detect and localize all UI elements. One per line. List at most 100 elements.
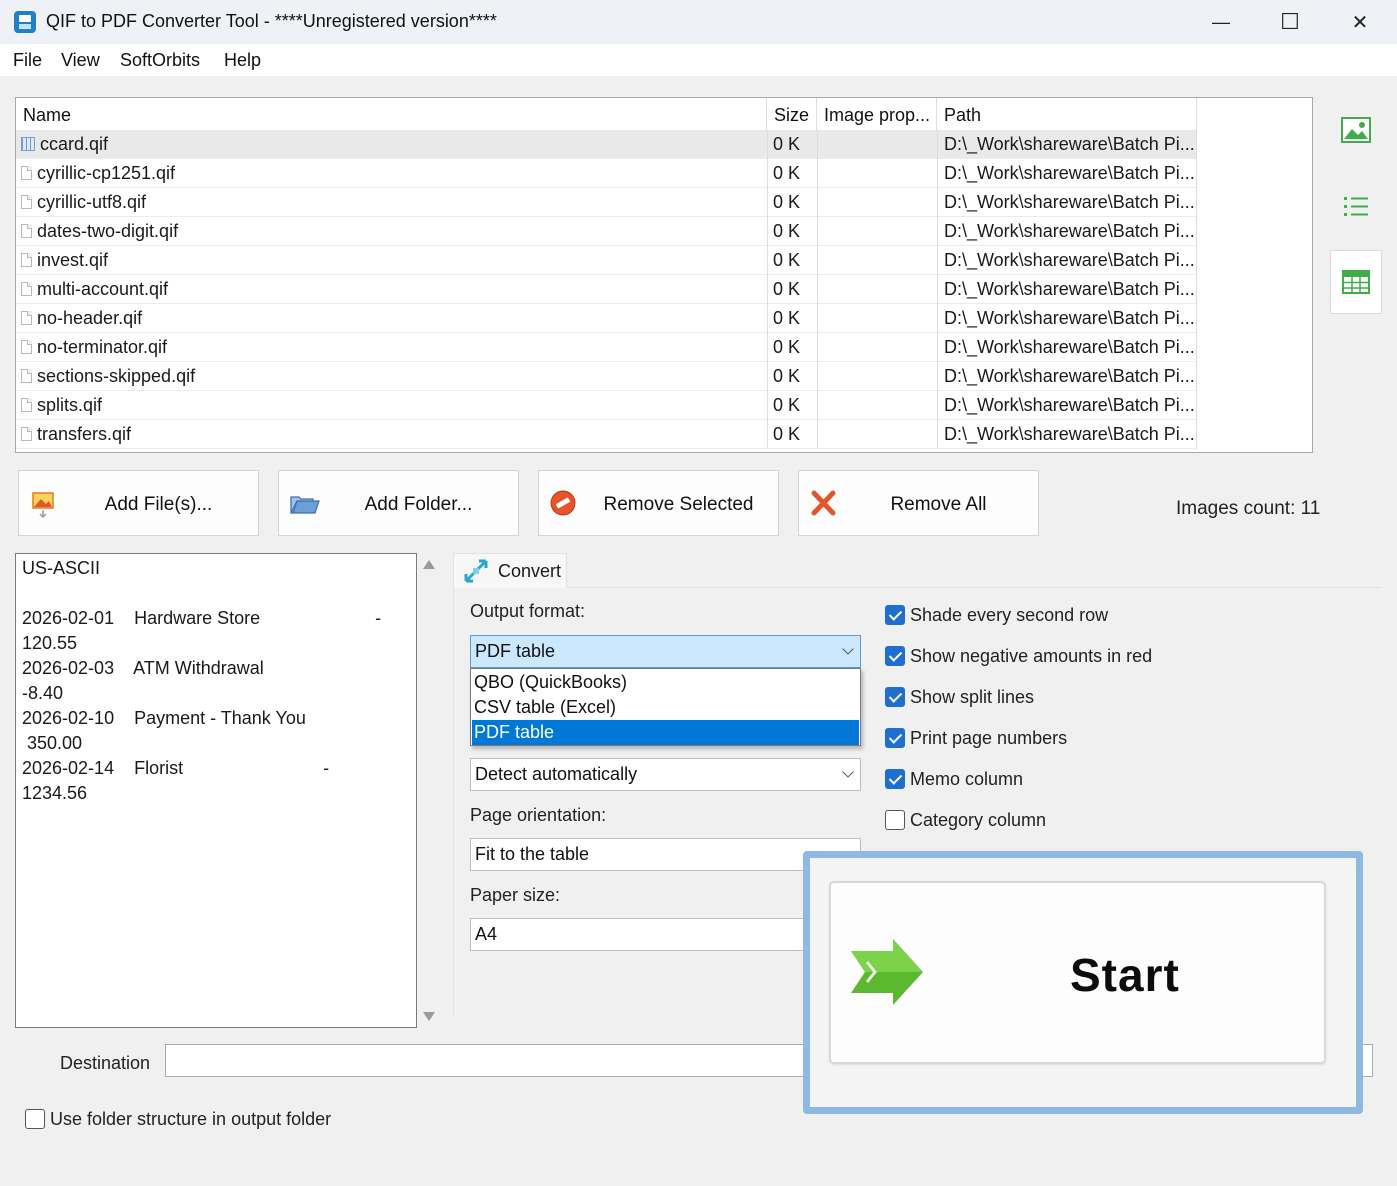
preview-line: 350.00 bbox=[22, 733, 83, 753]
preview-line: 120.55 bbox=[22, 633, 78, 653]
file-name-cell: invest.qif bbox=[21, 246, 767, 275]
file-path-cell: D:\_Work\shareware\Batch Pi... bbox=[937, 130, 1197, 159]
scroll-down-arrow[interactable] bbox=[423, 1012, 435, 1021]
file-size-cell: 0 K bbox=[767, 217, 817, 246]
option-csv[interactable]: CSV table (Excel) bbox=[472, 695, 859, 720]
close-button[interactable]: ✕ bbox=[1325, 0, 1395, 44]
negative-red-checkbox[interactable] bbox=[885, 646, 905, 666]
start-arrow-icon bbox=[851, 939, 923, 1005]
column-header-name[interactable]: Name bbox=[16, 98, 767, 130]
file-name: sections-skipped.qif bbox=[37, 366, 196, 386]
output-format-dropdown[interactable]: QBO (QuickBooks) CSV table (Excel) PDF t… bbox=[470, 668, 861, 746]
encoding-value: Detect automatically bbox=[475, 764, 638, 784]
image-view-icon bbox=[1341, 117, 1371, 143]
image-prop-cell bbox=[817, 246, 937, 275]
remove-selected-button[interactable]: Remove Selected bbox=[538, 470, 779, 536]
memo-column-checkbox[interactable] bbox=[885, 769, 905, 789]
file-size-cell: 0 K bbox=[767, 246, 817, 275]
remove-all-button[interactable]: Remove All bbox=[798, 470, 1039, 536]
preview-line: 2026-02-01 Hardware Store - bbox=[22, 608, 382, 628]
option-pdf[interactable]: PDF table bbox=[472, 720, 859, 745]
file-name: invest.qif bbox=[37, 250, 109, 270]
page-numbers-checkbox[interactable] bbox=[885, 728, 905, 748]
table-view-button[interactable] bbox=[1330, 250, 1382, 314]
table-row[interactable]: sections-skipped.qif 0 K D:\_Work\sharewar… bbox=[16, 362, 1197, 391]
tab-convert[interactable]: Convert bbox=[453, 553, 567, 588]
file-size-cell: 0 K bbox=[767, 188, 817, 217]
file-name: cyrillic-utf8.qif bbox=[37, 192, 147, 212]
page-numbers-label[interactable]: Print page numbers bbox=[910, 728, 1067, 749]
folder-structure-checkbox[interactable] bbox=[25, 1109, 45, 1129]
file-size-cell: 0 K bbox=[767, 333, 817, 362]
image-prop-cell bbox=[817, 304, 937, 333]
table-row[interactable]: ccard.qif 0 K D:\_Work\shareware\Batch Pi.… bbox=[16, 130, 1197, 159]
scroll-up-arrow[interactable] bbox=[423, 560, 435, 569]
file-name: no-terminator.qif bbox=[37, 337, 168, 357]
table-row[interactable]: no-terminator.qif 0 K D:\_Work\shareware\B… bbox=[16, 333, 1197, 362]
table-row[interactable]: cyrillic-utf8.qif 0 K D:\_Work\shareware\B… bbox=[16, 188, 1197, 217]
file-icon bbox=[21, 253, 32, 267]
table-row[interactable]: dates-two-digit.qif 0 K D:\_Work\shareware… bbox=[16, 217, 1197, 246]
table-row[interactable]: no-header.qif 0 K D:\_Work\shareware\Batch… bbox=[16, 304, 1197, 333]
tab-panel-border bbox=[453, 588, 454, 1016]
category-column-label[interactable]: Category column bbox=[910, 810, 1046, 831]
file-path-cell: D:\_Work\shareware\Batch Pi... bbox=[937, 391, 1197, 420]
file-name: no-header.qif bbox=[37, 308, 143, 328]
output-format-select[interactable]: PDF table bbox=[470, 635, 861, 668]
category-column-checkbox[interactable] bbox=[885, 810, 905, 830]
remove-all-icon bbox=[811, 490, 836, 516]
table-row[interactable]: transfers.qif 0 K D:\_Work\shareware\Batch… bbox=[16, 420, 1197, 449]
list-view-button[interactable] bbox=[1330, 175, 1382, 239]
window-title: QIF to PDF Converter Tool - ****Unregist… bbox=[46, 11, 497, 31]
table-row[interactable]: splits.qif 0 K D:\_Work\shareware\Batch Pi… bbox=[16, 391, 1197, 420]
file-preview[interactable]: US-ASCII 2026-02-01 Hardware Store - 120… bbox=[15, 553, 417, 1028]
file-path-cell: D:\_Work\shareware\Batch Pi... bbox=[937, 159, 1197, 188]
menu-help[interactable]: Help bbox=[224, 50, 261, 71]
shade-rows-checkbox[interactable] bbox=[885, 605, 905, 625]
negative-red-label[interactable]: Show negative amounts in red bbox=[910, 646, 1152, 667]
column-header-image-prop[interactable]: Image prop... bbox=[817, 98, 937, 130]
menu-file[interactable]: File bbox=[13, 50, 42, 71]
file-name: dates-two-digit.qif bbox=[37, 221, 179, 241]
split-lines-label[interactable]: Show split lines bbox=[910, 687, 1034, 708]
page-orientation-value: Fit to the table bbox=[475, 844, 590, 864]
split-lines-checkbox[interactable] bbox=[885, 687, 905, 707]
add-folder-button[interactable]: Add Folder... bbox=[278, 470, 519, 536]
column-header-size[interactable]: Size bbox=[767, 98, 817, 130]
app-icon bbox=[14, 11, 36, 33]
file-icon bbox=[21, 369, 32, 383]
preview-line: 2026-02-14 Florist - bbox=[22, 758, 330, 778]
file-icon bbox=[21, 398, 32, 412]
table-row[interactable]: invest.qif 0 K D:\_Work\shareware\Batch Pi… bbox=[16, 246, 1197, 275]
add-files-button[interactable]: Add File(s)... bbox=[18, 470, 259, 536]
file-path-cell: D:\_Work\shareware\Batch Pi... bbox=[937, 217, 1197, 246]
file-list[interactable]: Name Size Image prop... Path ccard.qif 0 … bbox=[15, 97, 1313, 453]
memo-column-label[interactable]: Memo column bbox=[910, 769, 1023, 790]
maximize-button[interactable]: ☐ bbox=[1255, 0, 1325, 44]
folder-structure-label[interactable]: Use folder structure in output folder bbox=[50, 1109, 331, 1130]
option-qbo[interactable]: QBO (QuickBooks) bbox=[472, 670, 859, 695]
file-size-cell: 0 K bbox=[767, 275, 817, 304]
image-view-button[interactable] bbox=[1330, 98, 1382, 162]
menu-softorbits[interactable]: SoftOrbits bbox=[120, 50, 200, 71]
minimize-button[interactable]: — bbox=[1186, 0, 1256, 44]
table-view-icon bbox=[1342, 270, 1370, 294]
file-name: splits.qif bbox=[37, 395, 103, 415]
table-row[interactable]: cyrillic-cp1251.qif 0 K D:\_Work\shareware… bbox=[16, 159, 1197, 188]
file-name-cell: sections-skipped.qif bbox=[21, 362, 767, 391]
file-size-cell: 0 K bbox=[767, 420, 817, 449]
preview-line: 2026-02-03 ATM Withdrawal bbox=[22, 658, 264, 678]
chevron-down-icon bbox=[842, 643, 854, 655]
image-prop-cell bbox=[817, 188, 937, 217]
minimize-icon: — bbox=[1212, 11, 1230, 32]
shade-rows-label[interactable]: Shade every second row bbox=[910, 605, 1108, 626]
menu-view[interactable]: View bbox=[61, 50, 100, 71]
file-name-cell: dates-two-digit.qif bbox=[21, 217, 767, 246]
table-row[interactable]: multi-account.qif 0 K D:\_Work\shareware\B… bbox=[16, 275, 1197, 304]
add-files-label: Add File(s)... bbox=[104, 494, 213, 515]
file-icon bbox=[21, 166, 32, 180]
file-size-cell: 0 K bbox=[767, 130, 817, 159]
encoding-select[interactable]: Detect automatically bbox=[470, 758, 861, 791]
column-header-path[interactable]: Path bbox=[937, 98, 1197, 130]
close-icon: ✕ bbox=[1351, 11, 1369, 34]
